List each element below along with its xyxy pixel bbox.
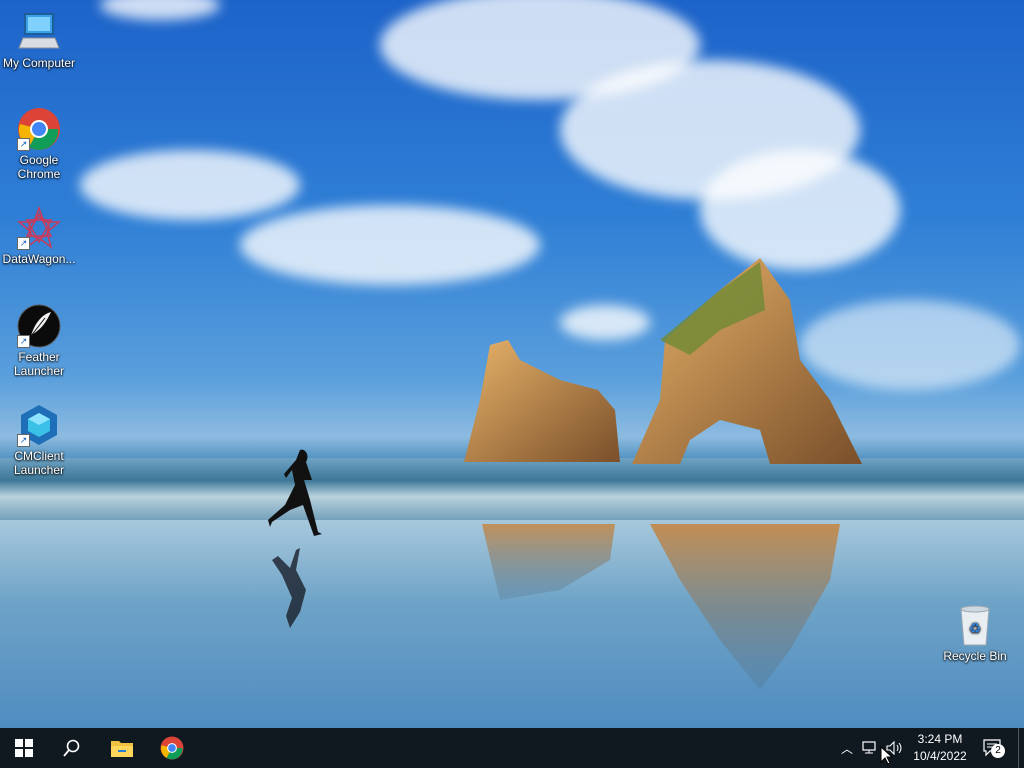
recycle-bin-icon: ♻ (953, 603, 997, 647)
desktop-icon-recycle-bin[interactable]: ♻ Recycle Bin (937, 603, 1013, 663)
chevron-up-icon: ︿ (840, 741, 853, 756)
clock-time: 3:24 PM (917, 732, 963, 746)
desktop-icon-label: Feather Launcher (13, 350, 65, 378)
shortcut-arrow-icon: ↗ (17, 434, 30, 447)
desktop-icon-cmclient-launcher[interactable]: ↗ CMClient Launcher (1, 403, 77, 477)
windows-logo-icon (15, 739, 33, 757)
notification-badge: 2 (991, 744, 1005, 758)
taskbar-clock[interactable]: 3:24 PM 10/4/2022 (908, 731, 972, 765)
desktop-icon-label: DataWagon... (2, 252, 76, 266)
action-center-button[interactable]: 2 (978, 728, 1008, 768)
search-button[interactable] (48, 728, 96, 768)
folder-icon (111, 741, 133, 757)
cube-icon: ↗ (17, 403, 61, 447)
shortcut-arrow-icon: ↗ (17, 138, 30, 151)
shortcut-arrow-icon: ↗ (17, 237, 30, 250)
desktop-icon-feather-launcher[interactable]: ↗ Feather Launcher (1, 304, 77, 378)
rock-formation (268, 258, 862, 690)
desktop-icon-my-computer[interactable]: My Computer (1, 10, 77, 70)
desktop-icon-label: CMClient Launcher (13, 449, 65, 477)
network-tray-button[interactable] (860, 728, 882, 768)
chrome-icon: ↗ (17, 107, 61, 151)
chrome-taskbar-button[interactable] (148, 728, 196, 768)
clock-date: 10/4/2022 (913, 749, 967, 763)
search-icon (63, 739, 80, 757)
desktop-icon-datawagon[interactable]: ↗ DataWagon... (1, 205, 77, 266)
shortcut-arrow-icon: ↗ (17, 335, 30, 348)
desktop-icon-google-chrome[interactable]: ↗ Google Chrome (1, 107, 77, 181)
datawagon-star-icon: ↗ (16, 205, 62, 250)
desktop-icon-label: Google Chrome (17, 153, 61, 181)
feather-icon: ↗ (17, 304, 61, 348)
show-hidden-icons-button[interactable]: ︿ (836, 728, 858, 768)
desktop-icon-label: Recycle Bin (943, 649, 1007, 663)
show-desktop-button[interactable] (1018, 728, 1024, 768)
file-explorer-button[interactable] (98, 728, 146, 768)
computer-icon (17, 10, 61, 54)
chrome-icon (160, 736, 184, 760)
mouse-cursor-icon (880, 746, 894, 765)
svg-text:♻: ♻ (969, 621, 982, 637)
taskbar: ︿ 3:24 PM 10/4/2022 2 (0, 728, 1024, 768)
desktop-icon-label: My Computer (2, 56, 76, 70)
desktop-background: My Computer ↗ Google Chrome ↗ DataWagon.… (0, 0, 1024, 728)
start-button[interactable] (0, 728, 48, 768)
network-icon (862, 741, 876, 754)
